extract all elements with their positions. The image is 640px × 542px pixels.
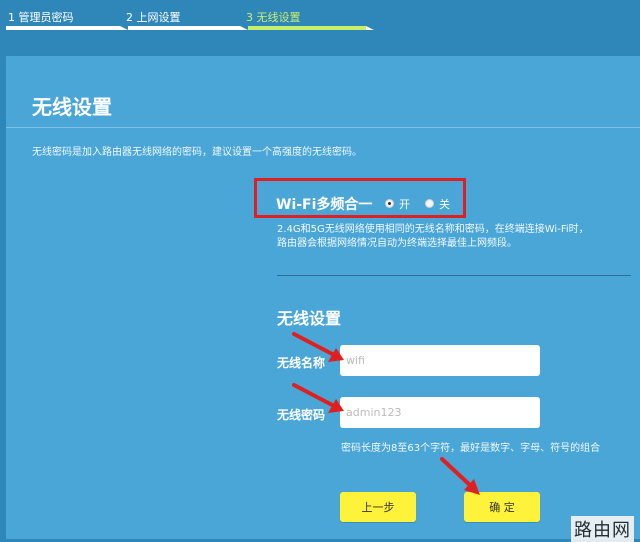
wifi-merge-off-label[interactable]: 关 xyxy=(439,196,450,212)
wireless-section-title: 无线设置 xyxy=(277,309,342,328)
wifi-merge-on-label[interactable]: 开 xyxy=(399,196,410,212)
wireless-name-input[interactable] xyxy=(340,345,540,376)
step-3-indicator xyxy=(248,26,374,30)
arrow-to-name-input-icon xyxy=(292,332,344,362)
wifi-merge-label: Wi-Fi多频合一 xyxy=(276,197,373,213)
section-divider xyxy=(277,275,631,276)
wifi-merge-note-line2: 路由器会根据网络情况自动为终端选择最佳上网频段。 xyxy=(277,238,517,249)
arrow-to-password-input-icon xyxy=(292,383,344,413)
watermark-text: 路由网 xyxy=(571,516,634,542)
password-hint: 密码长度为8至63个字符，最好是数字、字母、符号的组合 xyxy=(341,443,601,454)
title-divider xyxy=(6,127,640,128)
page-title: 无线设置 xyxy=(32,95,112,119)
wifi-merge-note-line1: 2.4G和5G无线网络使用相同的无线名称和密码，在终端连接Wi-Fi时， xyxy=(277,224,589,235)
arrow-to-confirm-button-icon xyxy=(440,457,480,495)
wireless-password-input[interactable] xyxy=(340,397,540,428)
wizard-panel xyxy=(6,56,640,539)
step-2-indicator xyxy=(128,26,248,30)
step-2-label: 2 上网设置 xyxy=(126,11,181,24)
step-1-label: 1 管理员密码 xyxy=(8,11,74,24)
wifi-merge-off-radio[interactable] xyxy=(425,199,434,208)
prev-step-button[interactable]: 上一步 xyxy=(340,492,416,522)
step-3-label: 3 无线设置 xyxy=(246,11,301,24)
step-1-indicator xyxy=(6,26,128,30)
page-description: 无线密码是加入路由器无线网络的密码，建议设置一个高强度的无线密码。 xyxy=(32,147,362,158)
wifi-merge-on-radio[interactable] xyxy=(385,199,394,208)
